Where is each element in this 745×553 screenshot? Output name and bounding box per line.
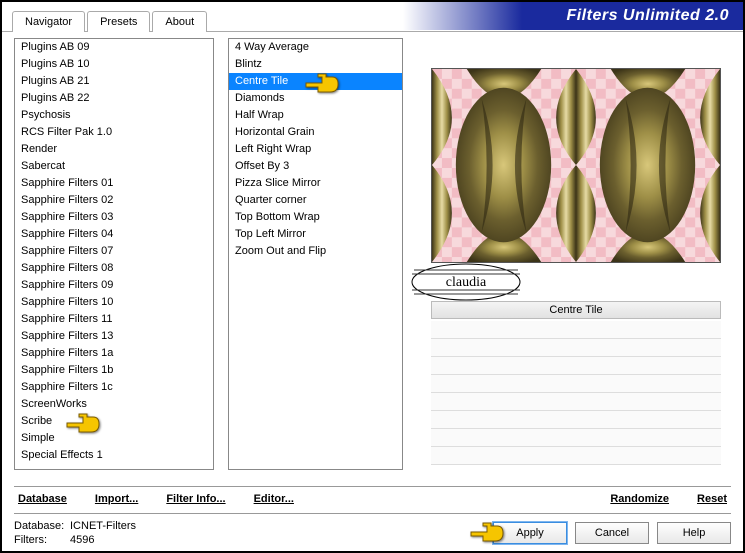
list-item[interactable]: Sapphire Filters 07: [15, 243, 213, 260]
help-button[interactable]: Help: [657, 522, 731, 544]
list-item[interactable]: Horizontal Grain: [229, 124, 402, 141]
list-item[interactable]: RCS Filter Pak 1.0: [15, 124, 213, 141]
param-row: [431, 321, 721, 339]
list-item[interactable]: Pizza Slice Mirror: [229, 175, 402, 192]
editor-link[interactable]: Editor...: [250, 493, 298, 505]
param-row: [431, 411, 721, 429]
category-column: Plugins AB 09Plugins AB 10Plugins AB 21P…: [14, 38, 214, 482]
list-item[interactable]: Sapphire Filters 02: [15, 192, 213, 209]
list-item[interactable]: Top Bottom Wrap: [229, 209, 402, 226]
param-row: [431, 393, 721, 411]
dialog-buttons: Apply Cancel Help: [493, 522, 731, 544]
footer: Database:ICNET-Filters Filters:4596 Appl…: [14, 513, 731, 552]
reset-link[interactable]: Reset: [693, 493, 731, 505]
list-item[interactable]: Sabercat: [15, 158, 213, 175]
list-item[interactable]: Blintz: [229, 56, 402, 73]
db-value: ICNET-Filters: [70, 520, 136, 532]
list-item[interactable]: Plugins AB 22: [15, 90, 213, 107]
list-item[interactable]: Sapphire Filters 1b: [15, 362, 213, 379]
param-row: [431, 447, 721, 465]
param-row: [431, 357, 721, 375]
list-item[interactable]: Special Effects 1: [15, 447, 213, 464]
apply-button[interactable]: Apply: [493, 522, 567, 544]
parameters-panel: Centre Tile: [431, 301, 721, 465]
list-item[interactable]: Sapphire Filters 03: [15, 209, 213, 226]
cancel-button[interactable]: Cancel: [575, 522, 649, 544]
list-item[interactable]: Quarter corner: [229, 192, 402, 209]
list-item[interactable]: Scribe: [15, 413, 213, 430]
list-item[interactable]: Plugins AB 21: [15, 73, 213, 90]
list-item[interactable]: Sapphire Filters 10: [15, 294, 213, 311]
filter-listbox[interactable]: 4 Way AverageBlintzCentre TileDiamondsHa…: [228, 38, 403, 470]
list-item[interactable]: Plugins AB 09: [15, 39, 213, 56]
main: Plugins AB 09Plugins AB 10Plugins AB 21P…: [2, 32, 743, 482]
list-item[interactable]: Offset By 3: [229, 158, 402, 175]
preview-image: [431, 68, 721, 263]
list-item[interactable]: Top Left Mirror: [229, 226, 402, 243]
import-link[interactable]: Import...: [91, 493, 142, 505]
tabs: Navigator Presets About: [12, 10, 209, 31]
param-row: [431, 429, 721, 447]
list-item[interactable]: Sapphire Filters 09: [15, 277, 213, 294]
db-label: Database:: [14, 520, 70, 532]
list-item[interactable]: Half Wrap: [229, 107, 402, 124]
randomize-link[interactable]: Randomize: [606, 493, 673, 505]
list-item[interactable]: Sapphire Filters 1a: [15, 345, 213, 362]
watermark: claudia: [406, 260, 526, 304]
list-item[interactable]: 4 Way Average: [229, 39, 402, 56]
status-block: Database:ICNET-Filters Filters:4596: [14, 520, 136, 546]
list-item[interactable]: Sapphire Filters 1c: [15, 379, 213, 396]
filters-value: 4596: [70, 534, 94, 546]
filters-label: Filters:: [14, 534, 70, 546]
list-item[interactable]: Simple: [15, 430, 213, 447]
header: Navigator Presets About Filters Unlimite…: [2, 2, 743, 32]
list-item[interactable]: Zoom Out and Flip: [229, 243, 402, 260]
list-item[interactable]: Plugins AB 10: [15, 56, 213, 73]
list-item[interactable]: Sapphire Filters 08: [15, 260, 213, 277]
list-item[interactable]: ScreenWorks: [15, 396, 213, 413]
list-item[interactable]: Sapphire Filters 13: [15, 328, 213, 345]
list-item[interactable]: Left Right Wrap: [229, 141, 402, 158]
tab-navigator[interactable]: Navigator: [12, 11, 85, 32]
param-row: [431, 339, 721, 357]
list-item[interactable]: Render: [15, 141, 213, 158]
bottom-actions: Database Import... Filter Info... Editor…: [14, 486, 731, 509]
param-row: [431, 375, 721, 393]
database-link[interactable]: Database: [14, 493, 71, 505]
list-item[interactable]: Diamonds: [229, 90, 402, 107]
tab-presets[interactable]: Presets: [87, 11, 150, 32]
filter-info-link[interactable]: Filter Info...: [162, 493, 229, 505]
title-bar: Filters Unlimited 2.0: [403, 2, 743, 30]
category-listbox[interactable]: Plugins AB 09Plugins AB 10Plugins AB 21P…: [14, 38, 214, 470]
list-item[interactable]: Sapphire Filters 04: [15, 226, 213, 243]
list-item[interactable]: Sapphire Filters 11: [15, 311, 213, 328]
list-item[interactable]: Psychosis: [15, 107, 213, 124]
app-title: Filters Unlimited 2.0: [566, 7, 729, 25]
svg-text:claudia: claudia: [446, 275, 487, 290]
tab-about[interactable]: About: [152, 11, 207, 32]
list-item[interactable]: Sapphire Filters 01: [15, 175, 213, 192]
list-item[interactable]: Centre Tile: [229, 73, 402, 90]
filter-column: 4 Way AverageBlintzCentre TileDiamondsHa…: [228, 38, 403, 482]
